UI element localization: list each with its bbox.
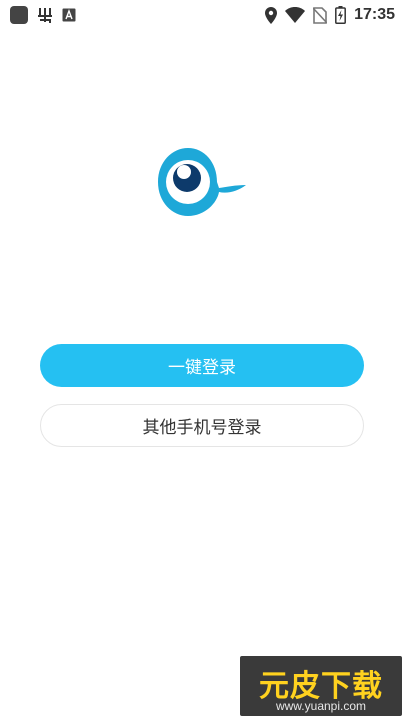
status-right: 17:35	[257, 6, 395, 24]
status-bar: 17:35	[0, 0, 405, 30]
wifi-icon	[285, 7, 306, 23]
app-icon	[10, 6, 28, 24]
watermark: 元皮下载 www.yuanpi.com	[240, 656, 402, 716]
location-icon	[265, 6, 278, 24]
one-click-login-button[interactable]: 一键登录	[40, 344, 364, 387]
battery-charging-icon	[335, 6, 347, 24]
a-notification-icon	[62, 8, 76, 22]
bird-eye-logo-icon	[158, 148, 246, 216]
status-left	[10, 5, 84, 25]
other-phone-login-button[interactable]: 其他手机号登录	[40, 404, 364, 447]
one-click-login-label: 一键登录	[168, 358, 236, 378]
bug-icon	[38, 8, 52, 23]
other-phone-login-label: 其他手机号登录	[142, 418, 262, 438]
no-sim-icon	[313, 6, 328, 24]
login-screen: 17:35 一键登录 其他手机号登录 元皮下载 www.yuanpi.com	[0, 0, 405, 720]
status-time: 17:35	[354, 6, 395, 23]
watermark-url: www.yuanpi.com	[275, 699, 367, 713]
